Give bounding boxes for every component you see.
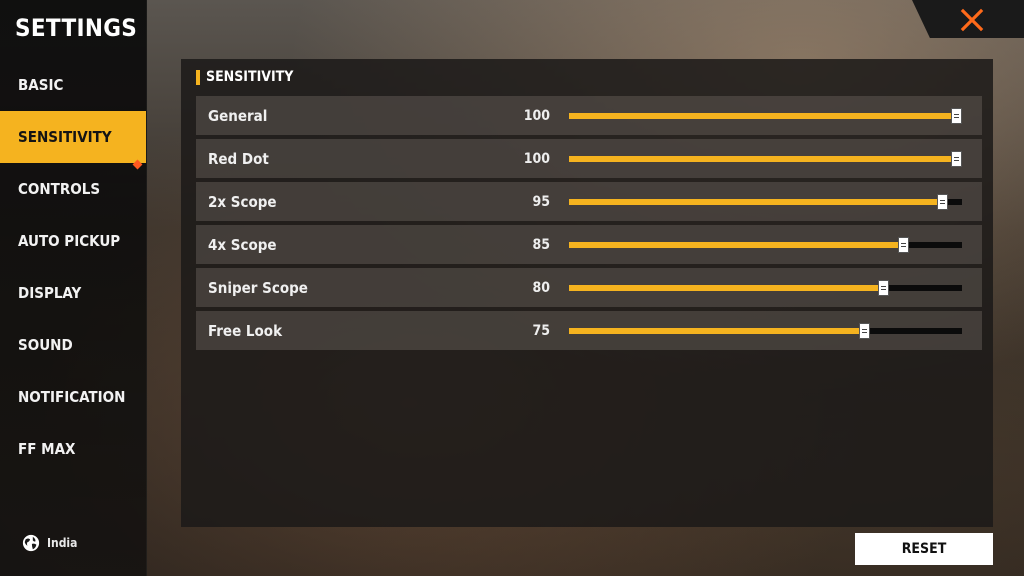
settings-sidebar: SETTINGS BASIC SENSITIVITY CONTROLS AUTO…	[0, 0, 147, 576]
section-title: SENSITIVITY	[206, 69, 294, 85]
settings-title: SETTINGS	[15, 14, 138, 42]
menu-item-label: FF MAX	[18, 440, 76, 458]
reset-label: RESET	[901, 541, 947, 557]
region-selector[interactable]: India	[22, 534, 77, 552]
menu-item-sensitivity[interactable]: SENSITIVITY	[0, 111, 146, 170]
2x-scope-slider[interactable]	[569, 193, 962, 210]
slider-label: General	[208, 106, 268, 125]
globe-icon	[22, 534, 40, 552]
close-icon	[960, 8, 984, 32]
menu-item-controls[interactable]: CONTROLS	[0, 163, 146, 215]
menu-item-label: SOUND	[18, 336, 73, 354]
slider-thumb[interactable]	[878, 279, 890, 296]
section-header: SENSITIVITY	[196, 69, 293, 85]
menu-item-label: SENSITIVITY	[18, 128, 112, 146]
menu-item-label: AUTO PICKUP	[18, 232, 121, 250]
slider-label: Free Look	[208, 321, 283, 340]
slider-list: General 100 Red Dot 100 2x Scope 95 4x S…	[196, 96, 982, 354]
menu-item-display[interactable]: DISPLAY	[0, 267, 146, 319]
slider-value: 80	[532, 279, 550, 296]
slider-label: 2x Scope	[208, 192, 277, 211]
menu-item-label: DISPLAY	[18, 284, 82, 302]
menu-item-basic[interactable]: BASIC	[0, 59, 146, 111]
slider-row-red-dot: Red Dot 100	[196, 139, 982, 178]
4x-scope-slider[interactable]	[569, 236, 962, 253]
slider-label: Sniper Scope	[208, 278, 308, 297]
slider-row-2x-scope: 2x Scope 95	[196, 182, 982, 221]
slider-fill	[569, 284, 884, 291]
slider-fill	[569, 241, 904, 248]
slider-thumb[interactable]	[951, 150, 962, 167]
slider-row-free-look: Free Look 75	[196, 311, 982, 350]
menu-item-label: BASIC	[18, 76, 64, 94]
general-slider[interactable]	[569, 107, 962, 124]
close-button[interactable]	[912, 0, 1024, 38]
sniper-scope-slider[interactable]	[569, 279, 962, 296]
red-dot-slider[interactable]	[569, 150, 962, 167]
free-look-slider[interactable]	[569, 322, 962, 339]
slider-fill	[569, 198, 943, 205]
menu-item-label: CONTROLS	[18, 180, 101, 198]
slider-thumb[interactable]	[937, 193, 949, 210]
slider-label: Red Dot	[208, 149, 269, 168]
slider-value: 95	[532, 193, 550, 210]
slider-row-sniper-scope: Sniper Scope 80	[196, 268, 982, 307]
slider-thumb[interactable]	[898, 236, 910, 253]
slider-row-general: General 100	[196, 96, 982, 135]
settings-menu: BASIC SENSITIVITY CONTROLS AUTO PICKUP D…	[0, 59, 146, 475]
slider-value: 100	[523, 150, 550, 167]
section-accent-bar	[196, 69, 200, 85]
slider-thumb[interactable]	[858, 322, 870, 339]
slider-row-4x-scope: 4x Scope 85	[196, 225, 982, 264]
menu-item-sound[interactable]: SOUND	[0, 319, 146, 371]
slider-fill	[569, 112, 962, 119]
menu-item-notification[interactable]: NOTIFICATION	[0, 371, 146, 423]
menu-item-auto-pickup[interactable]: AUTO PICKUP	[0, 215, 146, 267]
menu-item-ff-max[interactable]: FF MAX	[0, 423, 146, 475]
sensitivity-panel: SENSITIVITY General 100 Red Dot 100 2x S…	[181, 59, 993, 527]
reset-button[interactable]: RESET	[855, 533, 993, 565]
slider-fill	[569, 327, 864, 334]
slider-value: 85	[532, 236, 550, 253]
slider-fill	[569, 155, 962, 162]
slider-label: 4x Scope	[208, 235, 277, 254]
slider-value: 100	[523, 107, 550, 124]
slider-value: 75	[532, 322, 550, 339]
menu-item-label: NOTIFICATION	[18, 388, 126, 406]
slider-thumb[interactable]	[951, 107, 962, 124]
region-label: India	[47, 536, 78, 550]
